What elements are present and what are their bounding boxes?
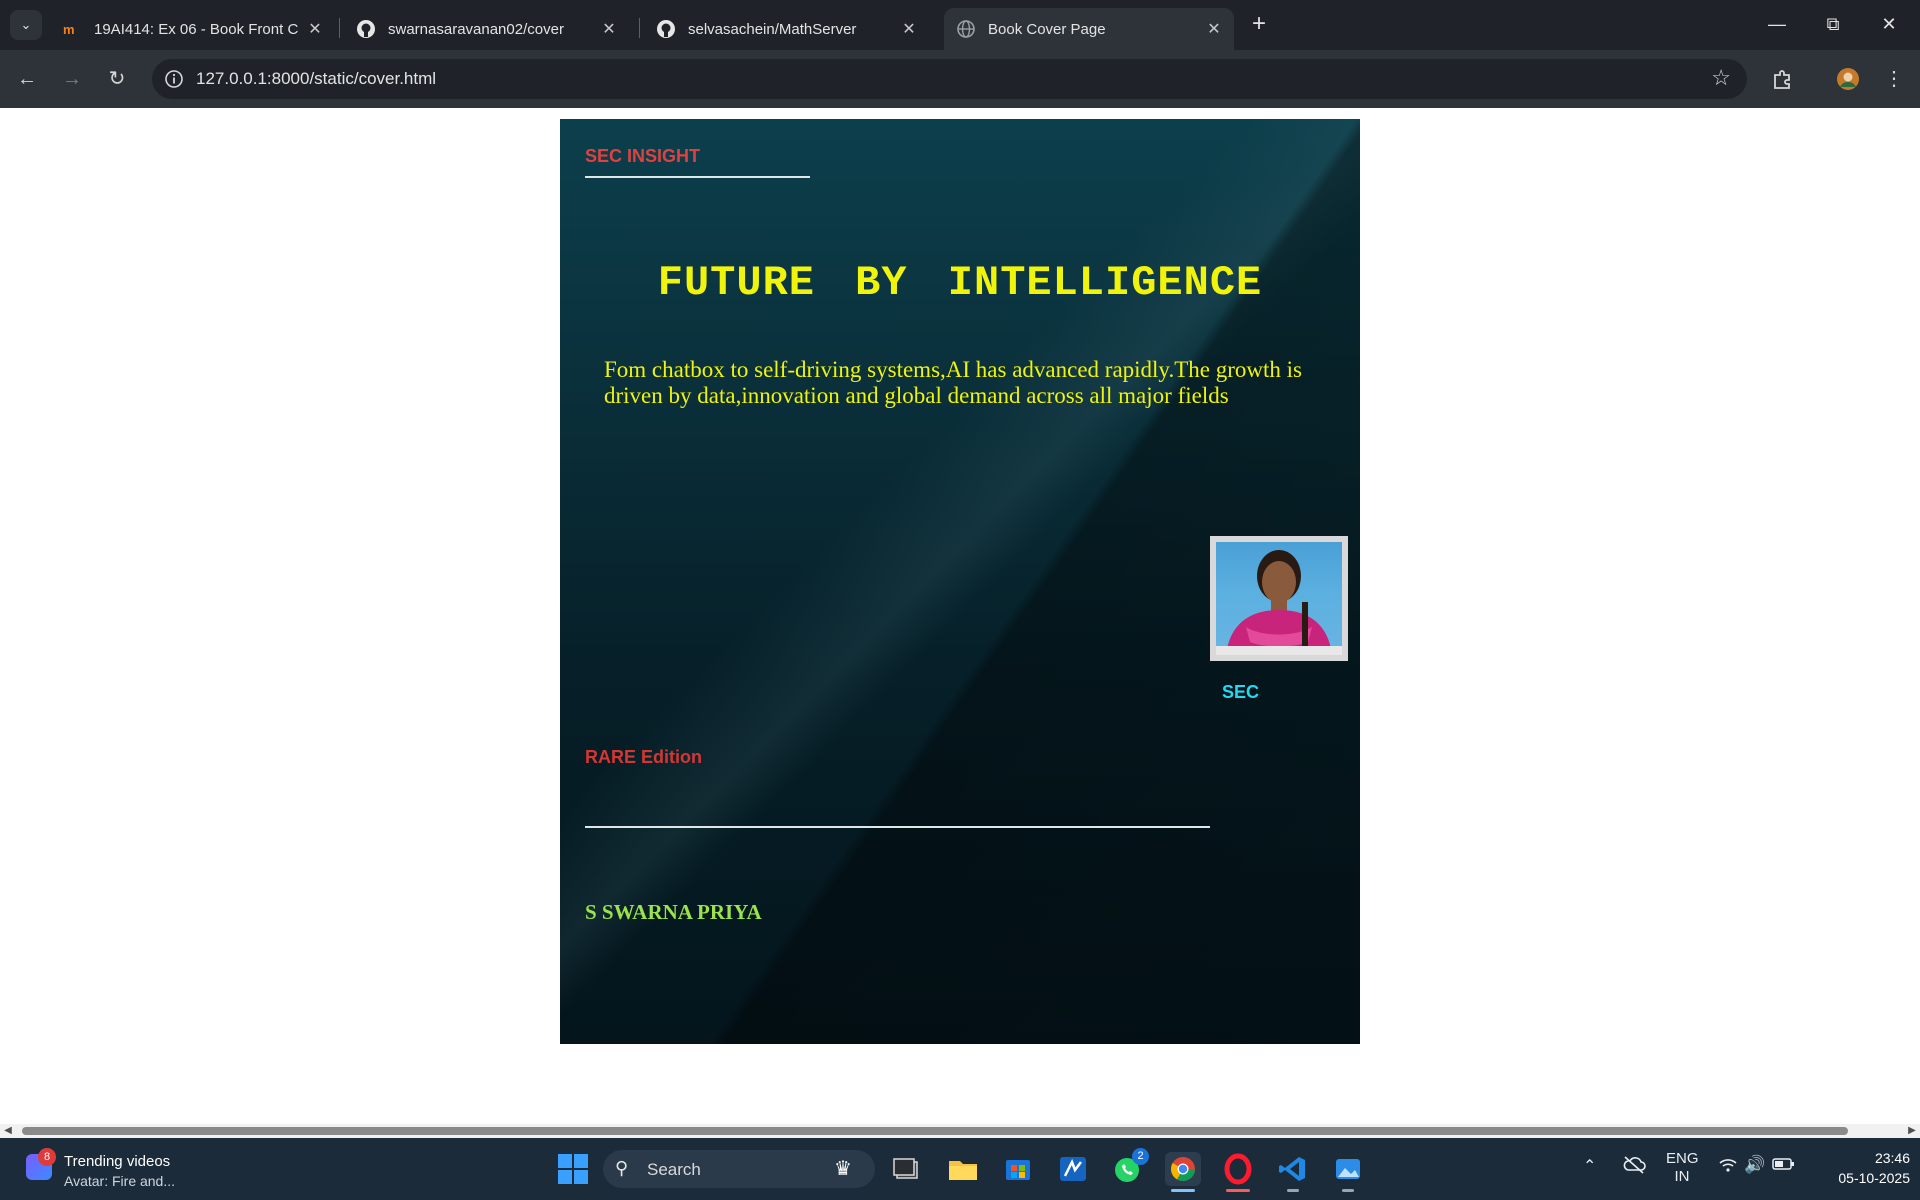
onedrive-offline-icon[interactable]	[1622, 1154, 1646, 1180]
microsoft-store-icon[interactable]	[1000, 1152, 1036, 1186]
tab-separator	[339, 18, 340, 38]
task-view-icon[interactable]	[888, 1152, 924, 1186]
author-photo-image	[1216, 542, 1342, 655]
tab-search-button[interactable]: ⌄	[10, 10, 42, 40]
wifi-icon[interactable]	[1718, 1156, 1738, 1178]
brand-underline	[585, 176, 810, 178]
windows-start-icon[interactable]	[558, 1154, 588, 1184]
tab-mathserver-repo[interactable]: selvasachein/MathServer ✕	[644, 8, 929, 50]
tab-book-cover-page[interactable]: Book Cover Page ✕	[944, 8, 1234, 50]
author-name: S SWARNA PRIYA	[585, 900, 762, 924]
page-viewport: SEC INSIGHT FUTURE BY INTELLIGENCE Fom c…	[0, 108, 1920, 1125]
photo-caption: SEC	[1222, 682, 1260, 702]
language-indicator[interactable]: ENG IN	[1666, 1150, 1699, 1186]
volume-icon[interactable]: 🔊	[1744, 1155, 1765, 1175]
clock-time: 23:46	[1874, 1150, 1910, 1166]
cover-description: Fom chatbox to self-driving systems,AI h…	[604, 357, 1302, 408]
maths-app-icon[interactable]	[1055, 1152, 1091, 1186]
tab-title: 19AI414: Ex 06 - Book Front Co	[94, 20, 299, 38]
region-code: IN	[1674, 1168, 1690, 1185]
horizontal-scrollbar[interactable]: ◀ ▶	[0, 1124, 1920, 1138]
close-icon[interactable]: ✕	[1206, 19, 1222, 39]
chrome-icon[interactable]	[1165, 1152, 1201, 1192]
search-highlight-icon: ♛	[834, 1158, 852, 1180]
moodle-icon: m	[62, 19, 82, 39]
language-code: ENG	[1666, 1150, 1699, 1167]
chevron-down-icon: ⌄	[20, 17, 32, 32]
running-indicator	[1342, 1189, 1354, 1192]
extensions-puzzle-icon[interactable]	[1767, 64, 1797, 94]
active-indicator	[1171, 1189, 1195, 1192]
close-icon[interactable]: ✕	[307, 19, 323, 39]
new-tab-button[interactable]: +	[1244, 10, 1274, 40]
clock-date: 05-10-2025	[1838, 1170, 1910, 1186]
scrollbar-thumb[interactable]	[22, 1127, 1848, 1135]
taskbar-search-placeholder: Search	[647, 1160, 701, 1179]
profile-avatar-icon[interactable]	[1833, 64, 1863, 94]
scroll-right-icon[interactable]: ▶	[1904, 1124, 1920, 1138]
brand-label: SEC INSIGHT	[585, 146, 701, 166]
battery-icon[interactable]	[1772, 1156, 1796, 1176]
edition-label: RARE Edition	[585, 747, 702, 767]
vscode-icon[interactable]	[1275, 1152, 1311, 1192]
windows-taskbar: 8 Trending videos Avatar: Fire and... ⚲ …	[0, 1138, 1920, 1200]
cover-divider	[585, 826, 1210, 828]
running-indicator	[1226, 1189, 1250, 1192]
bookmark-star-icon[interactable]: ☆	[1711, 65, 1731, 91]
close-icon[interactable]: ✕	[901, 19, 917, 39]
svg-text:m: m	[63, 22, 75, 37]
widget-subtitle: Avatar: Fire and...	[64, 1173, 176, 1189]
close-window-icon[interactable]: ✕	[1866, 8, 1912, 40]
globe-icon	[956, 19, 976, 39]
restore-icon[interactable]: ⧉	[1810, 8, 1856, 40]
cover-title: FUTURE BY INTELLIGENCE	[657, 259, 1263, 307]
book-cover: SEC INSIGHT FUTURE BY INTELLIGENCE Fom c…	[560, 119, 1360, 1044]
forward-arrow-icon[interactable]: →	[57, 64, 87, 94]
tab-separator	[639, 18, 640, 38]
whatsapp-icon[interactable]: 2	[1110, 1148, 1149, 1186]
photos-icon[interactable]	[1330, 1152, 1366, 1192]
site-info-icon[interactable]	[164, 69, 184, 89]
github-icon	[356, 19, 376, 39]
back-arrow-icon[interactable]: ←	[12, 64, 42, 94]
widget-badge: 8	[38, 1148, 56, 1166]
reload-icon[interactable]: ↻	[102, 64, 132, 94]
browser-toolbar: ← → ↻ 127.0.0.1:8000/static/cover.html ☆…	[0, 50, 1920, 108]
tab-title: swarnasaravanan02/cover	[388, 20, 564, 38]
system-clock[interactable]: 23:46 05-10-2025	[1810, 1148, 1910, 1188]
show-hidden-icons-chevron-icon[interactable]: ⌃	[1583, 1156, 1596, 1176]
opera-icon[interactable]	[1220, 1152, 1256, 1192]
menu-kebab-icon[interactable]: ⋮	[1879, 64, 1909, 94]
tab-cover-repo[interactable]: swarnasaravanan02/cover ✕	[344, 8, 629, 50]
author-photo	[1210, 536, 1348, 661]
scroll-left-icon[interactable]: ◀	[0, 1124, 16, 1138]
github-icon	[656, 19, 676, 39]
search-icon: ⚲	[615, 1158, 629, 1178]
widget-title: Trending videos	[64, 1153, 171, 1170]
tab-title: Book Cover Page	[988, 20, 1106, 38]
tab-strip: ⌄ m 19AI414: Ex 06 - Book Front Co ✕ swa…	[0, 0, 1920, 50]
tab-title: selvasachein/MathServer	[688, 20, 857, 38]
minimize-icon[interactable]: —	[1754, 8, 1800, 40]
tab-book-front[interactable]: m 19AI414: Ex 06 - Book Front Co ✕	[50, 8, 335, 50]
address-bar[interactable]: 127.0.0.1:8000/static/cover.html ☆	[152, 59, 1747, 99]
widgets-button[interactable]: 8 Trending videos Avatar: Fire and...	[24, 1148, 224, 1192]
url-text[interactable]: 127.0.0.1:8000/static/cover.html	[196, 69, 436, 89]
file-explorer-icon[interactable]	[945, 1152, 981, 1186]
taskbar-search[interactable]: ⚲ Search ♛	[603, 1150, 875, 1188]
close-icon[interactable]: ✕	[601, 19, 617, 39]
running-indicator	[1287, 1189, 1299, 1192]
whatsapp-badge: 2	[1132, 1148, 1149, 1165]
